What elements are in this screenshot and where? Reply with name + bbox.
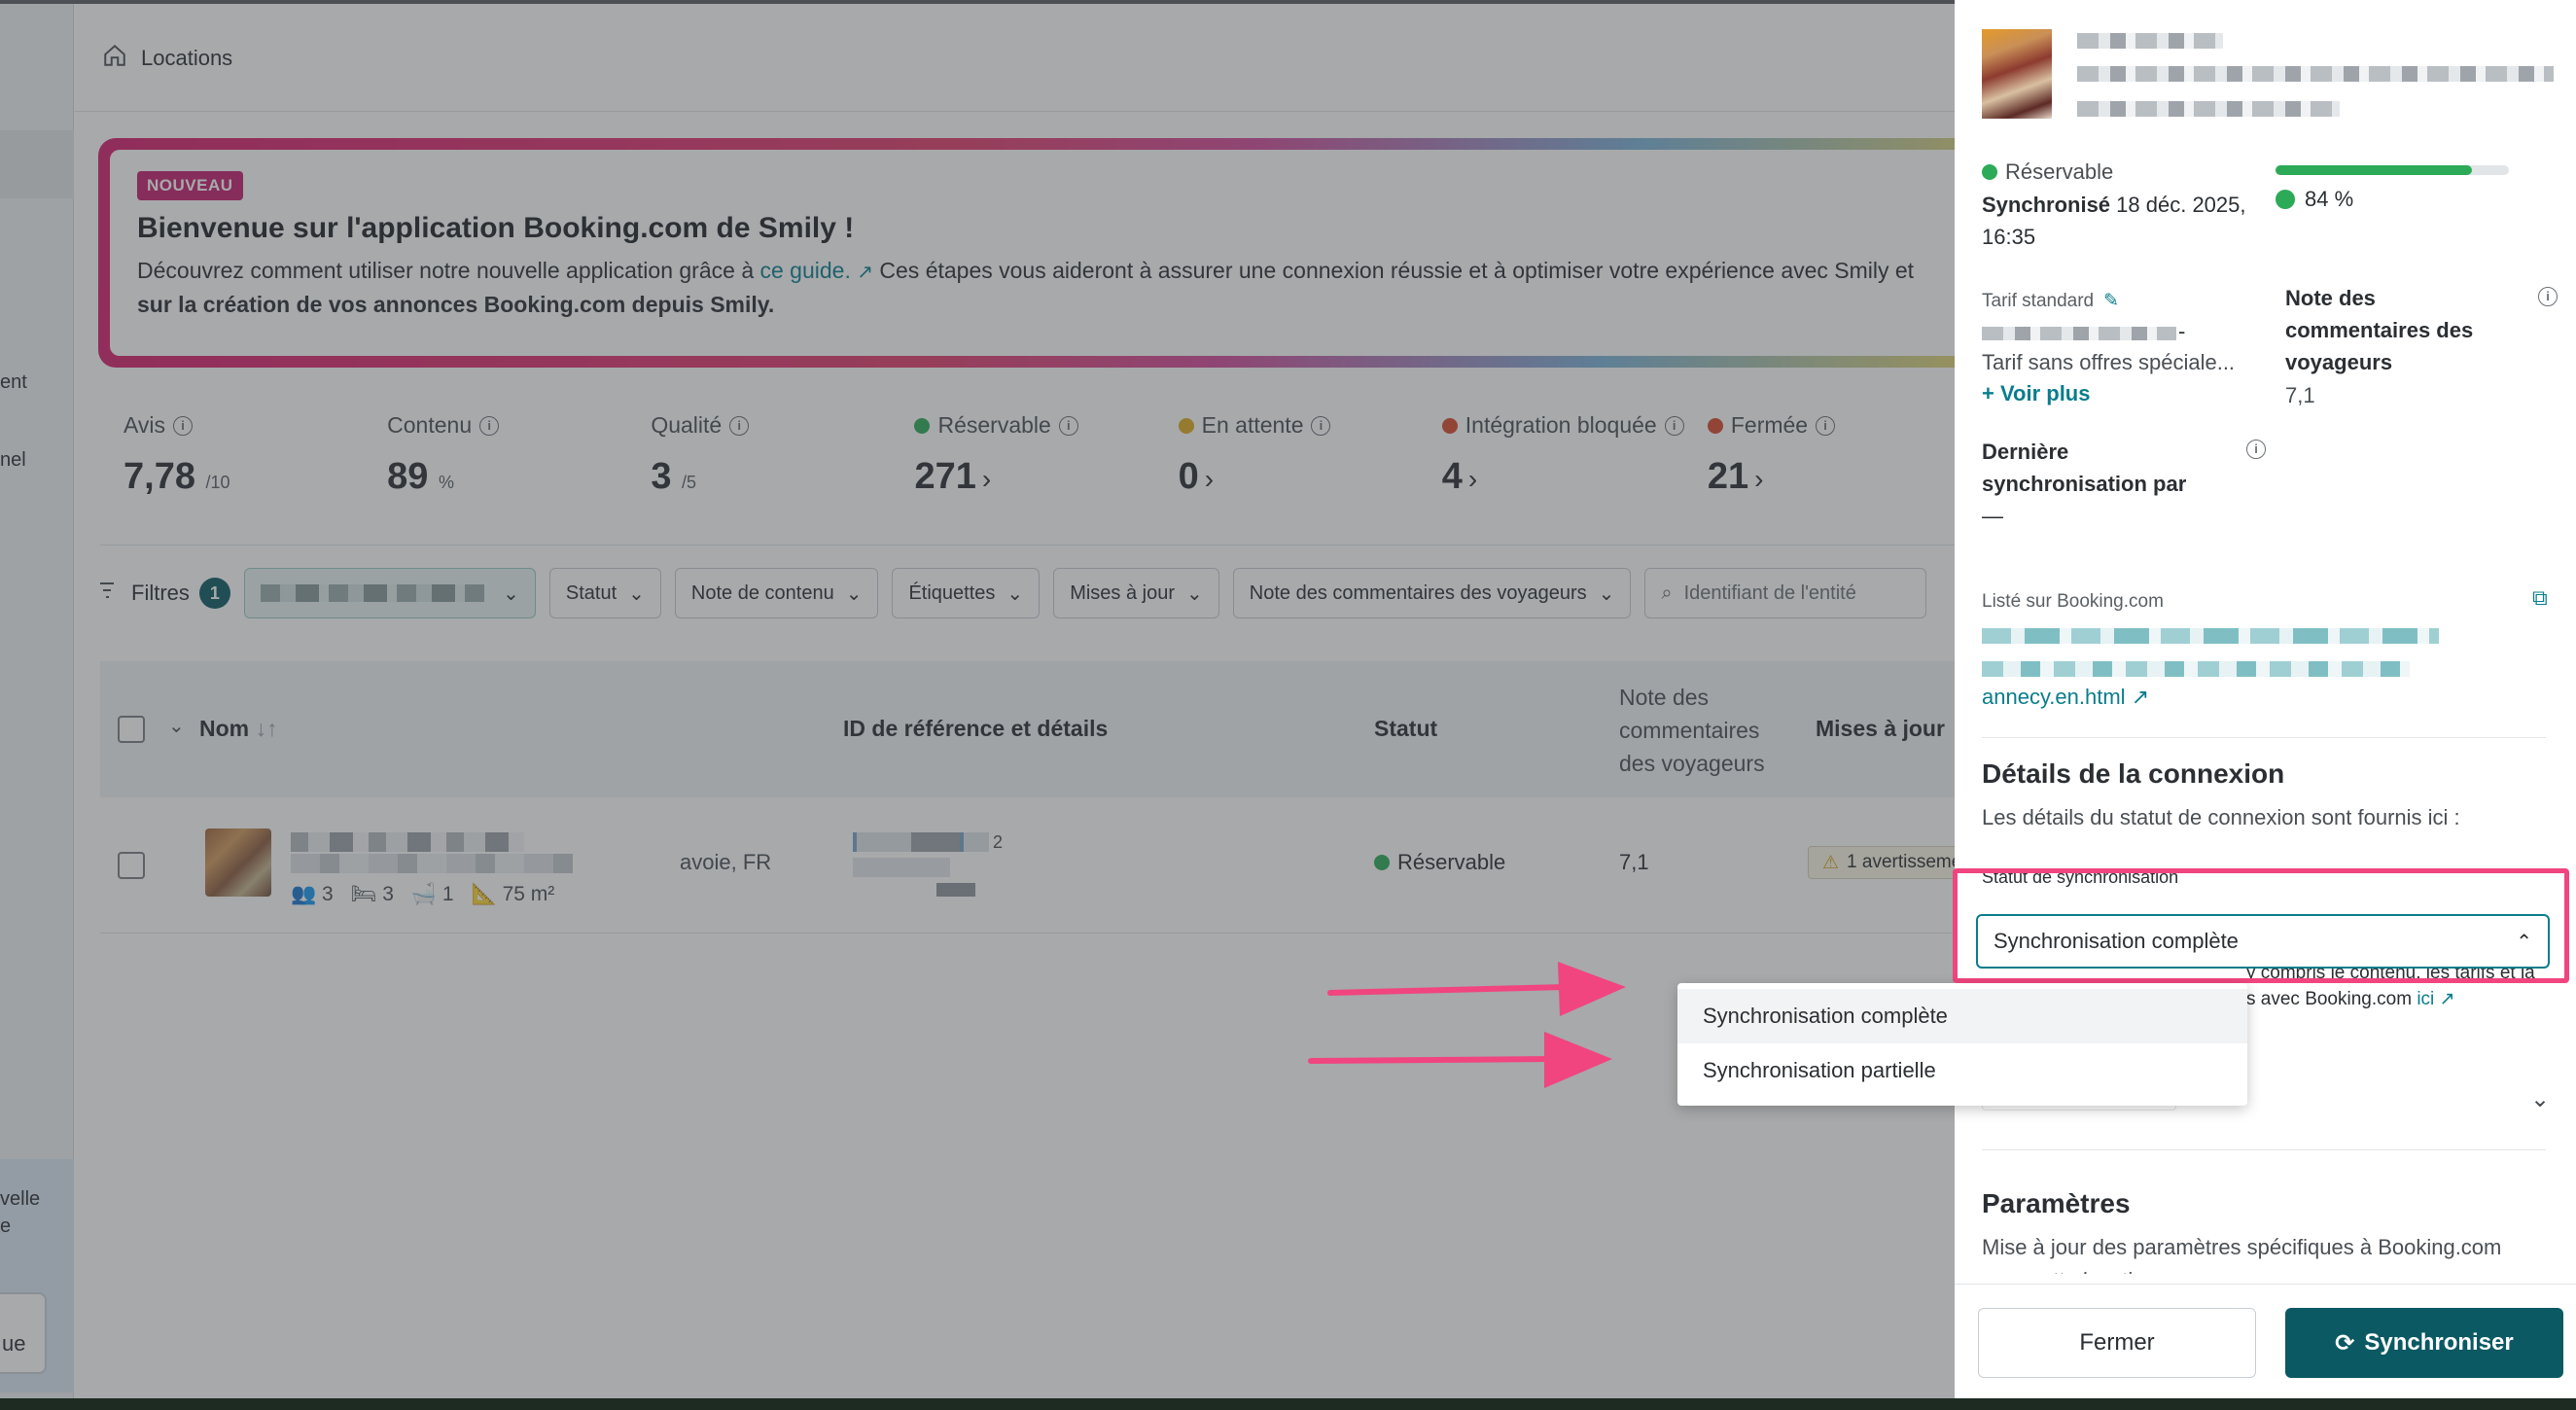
redacted-title bbox=[2077, 66, 2554, 82]
sync-help-link[interactable]: ici bbox=[2417, 989, 2434, 1009]
last-sync-label: Dernière synchronisation par bbox=[1982, 440, 2187, 496]
option-full-sync[interactable]: Synchronisation complète bbox=[1677, 989, 2247, 1043]
redacted-url[interactable] bbox=[1982, 661, 2410, 677]
redacted-rate bbox=[1982, 327, 2176, 340]
parameters-desc: Mise à jour des paramètres spécifiques à… bbox=[1982, 1235, 2502, 1259]
chevron-down-icon[interactable]: ⌄ bbox=[2530, 1085, 2550, 1113]
parameters-title: Paramètres bbox=[1982, 1188, 2131, 1218]
review-label: Note des commentaires des voyageurs bbox=[2285, 286, 2474, 374]
panel-header bbox=[1982, 29, 2554, 126]
taskbar-strip bbox=[0, 1398, 2576, 1410]
see-more-label: Voir plus bbox=[1999, 381, 2091, 405]
connection-details-desc: Les détails du statut de connexion sont … bbox=[1982, 805, 2460, 829]
divider bbox=[1982, 1149, 2546, 1150]
copy-icon[interactable]: ⧉ bbox=[2532, 585, 2548, 611]
sync-status-select[interactable]: Synchronisation complète ⌃ bbox=[1976, 914, 2550, 969]
panel-footer: Fermer ⟳ Synchroniser bbox=[1955, 1284, 2576, 1400]
listing-url: annecy.en.html bbox=[1982, 685, 2126, 709]
content-progress-bar bbox=[2276, 165, 2509, 175]
listed-label: Listé sur Booking.com bbox=[1982, 591, 2164, 612]
status-dot bbox=[1982, 163, 1997, 180]
listing-url-link[interactable]: annecy.en.html ↗ bbox=[1982, 681, 2149, 713]
status-text: Réservable bbox=[2005, 159, 2114, 184]
listing-thumbnail bbox=[1982, 29, 2052, 119]
synchronize-label: Synchroniser bbox=[2364, 1329, 2514, 1356]
sync-help-part: s avec Booking.com bbox=[2246, 989, 2413, 1009]
status-dot bbox=[2276, 189, 2295, 209]
redacted-title bbox=[2077, 33, 2223, 49]
rate-label-row: Tarif standard ✎ bbox=[1982, 290, 2119, 312]
info-icon[interactable]: i bbox=[2538, 287, 2558, 306]
progress-value: 84 % bbox=[2305, 187, 2354, 211]
connection-details-title: Détails de la connexion bbox=[1982, 758, 2285, 789]
listing-status: Réservable bbox=[1982, 156, 2113, 188]
synced-label: Synchronisé bbox=[1982, 193, 2111, 217]
review-value: 7,1 bbox=[2285, 383, 2315, 407]
option-partial-sync[interactable]: Synchronisation partielle bbox=[1677, 1043, 2247, 1098]
progress-fill bbox=[2276, 165, 2472, 175]
chevron-up-icon: ⌃ bbox=[2516, 931, 2532, 953]
sync-status-value: Synchronisation complète bbox=[1994, 929, 2239, 953]
refresh-icon: ⟳ bbox=[2335, 1329, 2355, 1357]
rate-label: Tarif standard bbox=[1982, 290, 2095, 311]
redacted-title bbox=[2077, 101, 2340, 117]
external-link-icon[interactable]: ↗ bbox=[2440, 989, 2455, 1009]
modal-backdrop[interactable] bbox=[0, 0, 1955, 1410]
edit-pencil-icon[interactable]: ✎ bbox=[2103, 290, 2119, 312]
listing-detail-panel: Réservable 84 % Synchronisé 18 déc. 2025… bbox=[1955, 0, 2576, 1400]
info-icon[interactable]: i bbox=[2246, 440, 2266, 459]
redacted-url[interactable] bbox=[1982, 628, 2439, 644]
last-sync-value: — bbox=[1982, 504, 2003, 528]
close-button[interactable]: Fermer bbox=[1978, 1308, 2256, 1378]
rate-suffix: - bbox=[2178, 319, 2186, 343]
sync-status-dropdown: Synchronisation complète Synchronisation… bbox=[1677, 983, 2247, 1106]
rate-description: Tarif sans offres spéciale... bbox=[1982, 350, 2236, 374]
sync-help-text: s avec Booking.com ici ↗ bbox=[2246, 988, 2454, 1010]
progress-label: 84 % bbox=[2276, 183, 2353, 215]
annotation-arrow bbox=[1308, 1032, 1612, 1088]
see-more-link[interactable]: + Voir plus bbox=[1982, 377, 2090, 409]
external-link-icon: ↗ bbox=[2131, 685, 2150, 709]
parameters-desc: pour cette location : bbox=[1982, 1264, 2169, 1274]
divider bbox=[1982, 737, 2546, 738]
synchronize-button[interactable]: ⟳ Synchroniser bbox=[2285, 1308, 2563, 1378]
sync-info: Synchronisé 18 déc. 2025, 16:35 bbox=[1982, 189, 2264, 253]
plus-icon: + bbox=[1982, 381, 1994, 405]
